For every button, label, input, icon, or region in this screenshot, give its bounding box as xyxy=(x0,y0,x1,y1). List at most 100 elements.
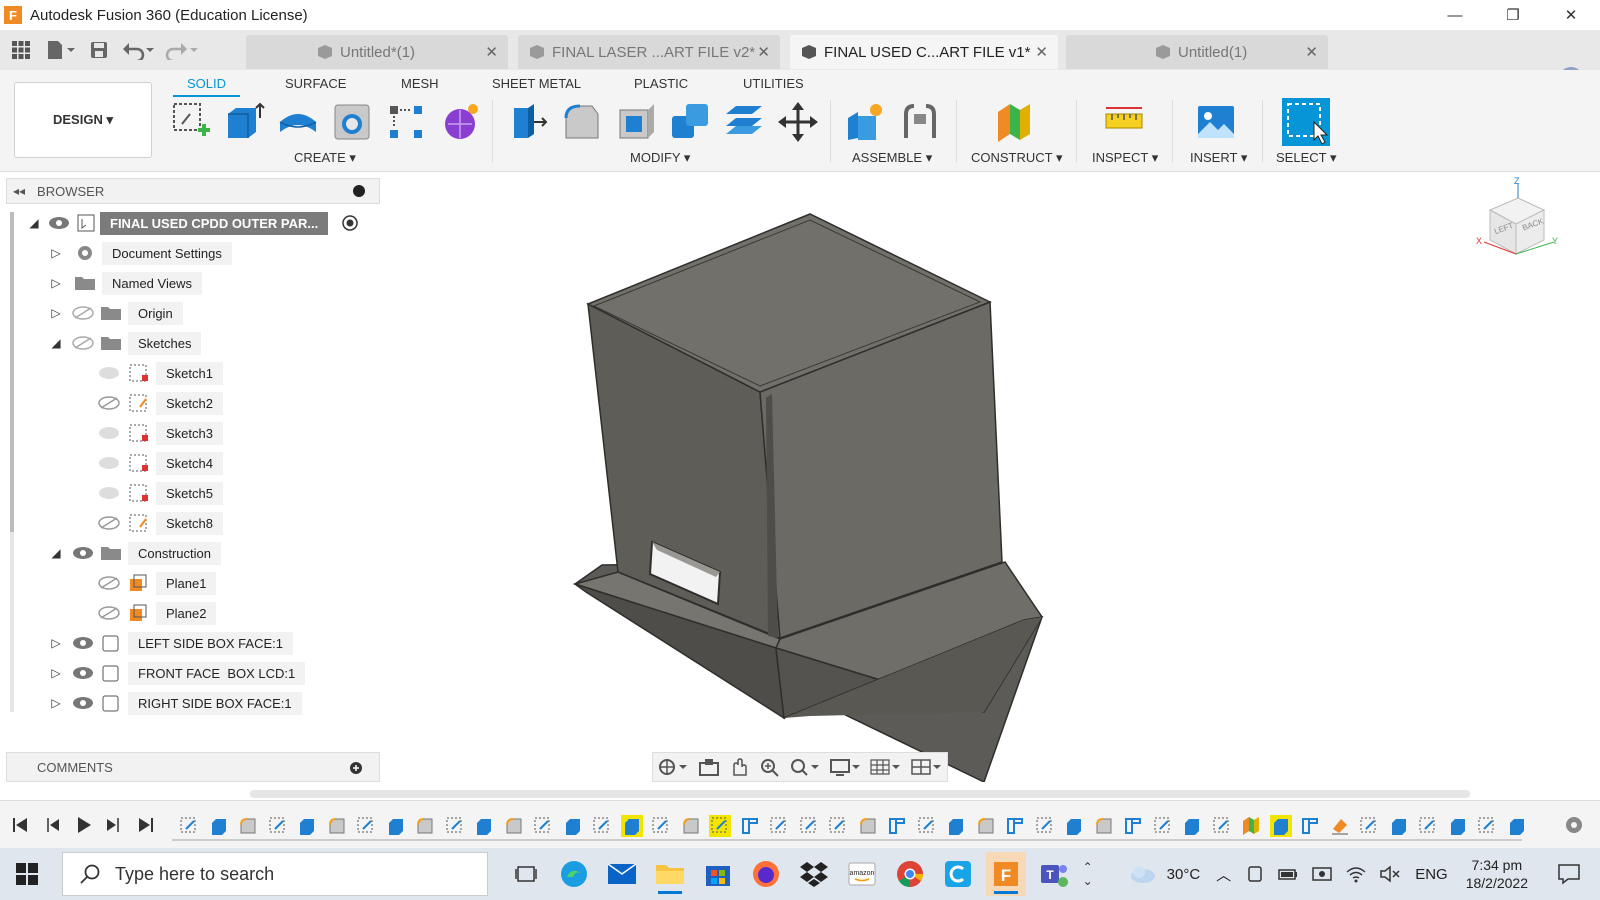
revolve-icon[interactable] xyxy=(276,100,320,144)
timeline-feature-extrude-icon[interactable] xyxy=(1269,815,1292,837)
hidden-eye-icon[interactable] xyxy=(72,306,94,320)
hidden-eye-icon[interactable] xyxy=(98,516,120,530)
timeline-feature-sketch-icon[interactable] xyxy=(591,815,613,837)
tab-sheet-metal[interactable]: SHEET METAL xyxy=(492,76,581,91)
fit-icon[interactable] xyxy=(789,757,821,777)
measure-icon[interactable] xyxy=(1102,100,1146,144)
expand-arrow-icon[interactable]: ▷ xyxy=(48,696,64,710)
timeline-feature-sketch-icon[interactable] xyxy=(709,815,731,837)
timeline-feature-sketch-icon[interactable] xyxy=(768,815,790,837)
onedrive-icon[interactable] xyxy=(1245,864,1265,884)
browser-node-sketch3[interactable]: Sketch3 xyxy=(98,420,223,446)
task-view-button[interactable] xyxy=(506,852,546,896)
system-clock[interactable]: 7:34 pm 18/2/2022 xyxy=(1466,856,1528,892)
workspace-switcher-button[interactable]: DESIGN ▾ xyxy=(14,82,152,158)
browser-node-sketch8[interactable]: Sketch8 xyxy=(98,510,223,536)
timeline-settings-gear-icon[interactable] xyxy=(1564,815,1584,835)
timeline-feature-fillet-icon[interactable] xyxy=(237,815,259,837)
look-at-icon[interactable] xyxy=(698,757,720,777)
input-language[interactable]: ENG xyxy=(1415,866,1448,883)
browser-node-sketch1[interactable]: Sketch1 xyxy=(98,360,223,386)
timeline-feature-offset-icon[interactable] xyxy=(886,815,908,837)
show-hidden-icons-icon[interactable]: ︿ xyxy=(1216,864,1231,885)
browser-node-sketches[interactable]: ◢ Sketches xyxy=(48,330,202,356)
timeline-feature-extrude-icon[interactable] xyxy=(1181,815,1203,837)
visibility-eye-icon[interactable] xyxy=(72,636,94,650)
weather-temperature[interactable]: 30°C xyxy=(1167,866,1201,883)
timeline-feature-fillet-icon[interactable] xyxy=(414,815,436,837)
battery-icon[interactable] xyxy=(1277,864,1299,884)
browser-root-node[interactable]: ◢ FINAL USED CPDD OUTER PAR... xyxy=(26,210,359,236)
file-menu-icon[interactable] xyxy=(40,35,80,65)
expand-arrow-icon[interactable]: ▷ xyxy=(48,666,64,680)
select-menu[interactable]: SELECT ▾ xyxy=(1276,150,1336,166)
expand-arrow-icon[interactable]: ▷ xyxy=(48,246,64,260)
scroll-arrows-icon[interactable]: ⌃ ⌄ xyxy=(1083,860,1093,888)
construct-menu[interactable]: CONSTRUCT ▾ xyxy=(971,150,1063,166)
hidden-eye-icon[interactable] xyxy=(98,606,120,620)
offset-face-icon[interactable] xyxy=(722,100,766,144)
tab-utilities[interactable]: UTILITIES xyxy=(743,76,804,91)
timeline-feature-sketch-icon[interactable] xyxy=(1417,815,1439,837)
visibility-eye-icon[interactable] xyxy=(48,216,70,230)
timeline-previous-icon[interactable] xyxy=(42,815,62,835)
tab-final-laser[interactable]: FINAL LASER ...ART FILE v2* ✕ xyxy=(518,35,780,69)
timeline-feature-extrude-icon[interactable] xyxy=(385,815,407,837)
select-icon[interactable] xyxy=(1282,98,1330,146)
timeline-feature-sketch-icon[interactable] xyxy=(1358,815,1380,837)
browser-node-named-views[interactable]: ▷ Named Views xyxy=(48,270,202,296)
timeline-feature-fillet-icon[interactable] xyxy=(326,815,348,837)
timeline-feature-extrude-icon[interactable] xyxy=(1388,815,1410,837)
file-explorer-app[interactable] xyxy=(650,852,690,896)
hidden-eye-icon[interactable] xyxy=(72,336,94,350)
insert-canvas-icon[interactable] xyxy=(1194,100,1238,144)
timeline-feature-offset-icon[interactable] xyxy=(1122,815,1144,837)
browser-node-sketch5[interactable]: Sketch5 xyxy=(98,480,223,506)
timeline-feature-extrude-icon[interactable] xyxy=(1447,815,1469,837)
visibility-eye-icon[interactable] xyxy=(98,426,120,440)
visibility-eye-icon[interactable] xyxy=(72,666,94,680)
undo-icon[interactable] xyxy=(118,35,158,65)
model-body[interactable] xyxy=(380,172,1600,784)
timeline-feature-extrude-icon[interactable] xyxy=(562,815,584,837)
timeline-first-icon[interactable] xyxy=(10,815,30,835)
data-panel-grid-icon[interactable] xyxy=(6,35,36,65)
create-menu[interactable]: CREATE ▾ xyxy=(294,150,356,166)
pan-hand-icon[interactable] xyxy=(728,757,750,777)
mail-app[interactable] xyxy=(602,852,642,896)
visibility-eye-icon[interactable] xyxy=(98,366,120,380)
close-tab-icon[interactable]: ✕ xyxy=(1035,43,1048,61)
browser-node-document-settings[interactable]: ▷ Document Settings xyxy=(48,240,232,266)
tab-solid[interactable]: SOLID xyxy=(172,76,241,97)
taskbar-search-box[interactable]: Type here to search xyxy=(62,852,488,896)
timeline-last-icon[interactable] xyxy=(136,815,156,835)
start-button[interactable] xyxy=(0,848,54,900)
visibility-eye-icon[interactable] xyxy=(98,486,120,500)
timeline-feature-extrude-icon[interactable] xyxy=(1506,815,1528,837)
timeline-feature-sketch-icon[interactable] xyxy=(267,815,289,837)
press-pull-icon[interactable] xyxy=(506,100,550,144)
hidden-eye-icon[interactable] xyxy=(98,576,120,590)
pin-panel-icon[interactable] xyxy=(353,185,365,197)
timeline-scrollbar[interactable] xyxy=(250,790,1470,798)
volume-muted-icon[interactable] xyxy=(1379,864,1401,884)
save-icon[interactable] xyxy=(84,35,114,65)
visibility-eye-icon[interactable] xyxy=(72,546,94,560)
minimize-button[interactable]: — xyxy=(1426,0,1484,30)
notification-center-icon[interactable] xyxy=(1556,862,1582,886)
browser-node-front-face-box-lcd[interactable]: ▷ FRONT FACE BOX LCD:1 xyxy=(48,660,306,686)
timeline-feature-sketch-icon[interactable] xyxy=(827,815,849,837)
firefox-app[interactable] xyxy=(746,852,786,896)
move-copy-icon[interactable] xyxy=(776,100,820,144)
timeline-feature-extrude-icon[interactable] xyxy=(1063,815,1085,837)
tab-untitled-1b[interactable]: Untitled(1) ✕ xyxy=(1066,35,1328,69)
shell-icon[interactable] xyxy=(614,100,658,144)
browser-scrollbar-thumb[interactable] xyxy=(10,212,14,532)
tab-mesh[interactable]: MESH xyxy=(401,76,439,91)
chrome-app[interactable] xyxy=(890,852,930,896)
timeline-feature-sketch-icon[interactable] xyxy=(798,815,820,837)
orbit-icon[interactable] xyxy=(657,757,689,777)
combine-icon[interactable] xyxy=(668,100,712,144)
timeline-feature-extrude-icon[interactable] xyxy=(473,815,495,837)
timeline-feature-offset-icon[interactable] xyxy=(1299,815,1321,837)
